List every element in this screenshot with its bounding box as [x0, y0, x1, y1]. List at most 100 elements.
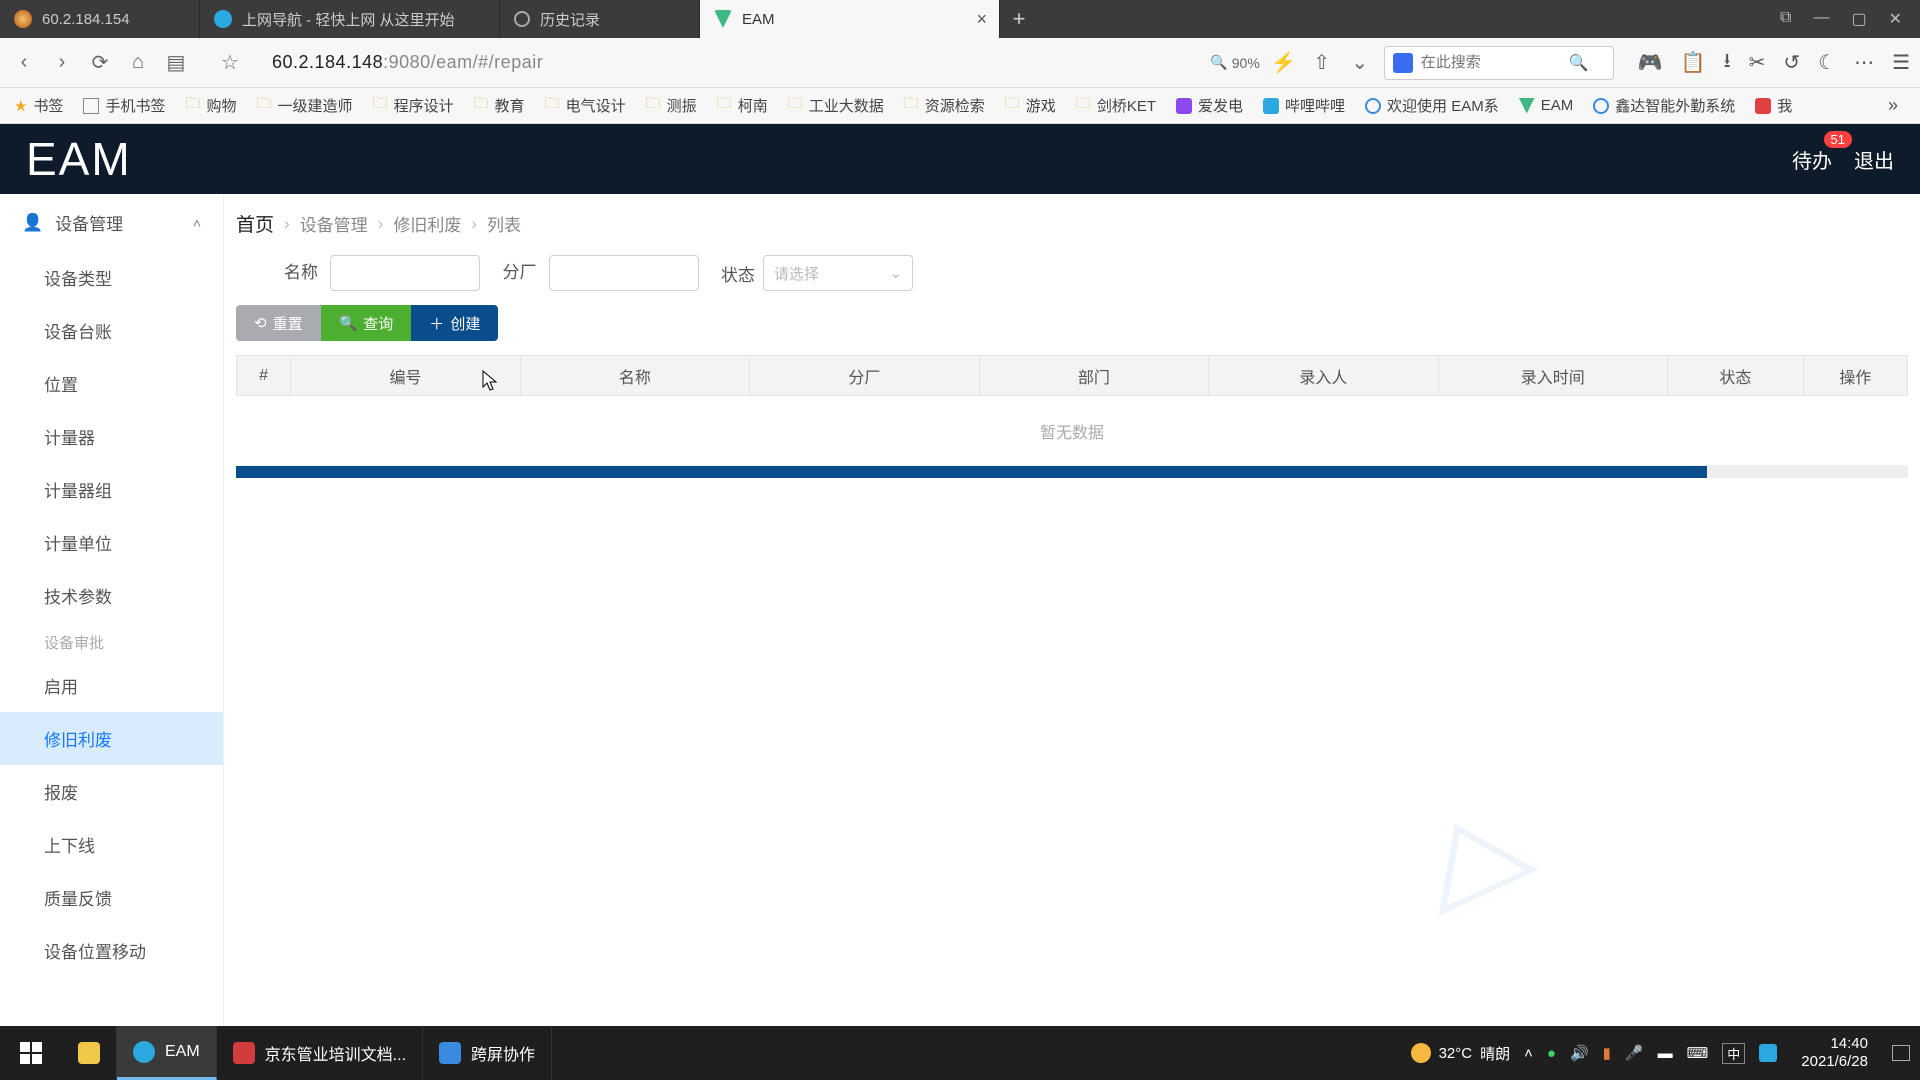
logout-link[interactable]: 退出 [1854, 145, 1894, 174]
zoom-indicator[interactable]: 🔍 90% [1210, 54, 1259, 71]
sidebar-item-type[interactable]: 设备类型 [0, 251, 223, 304]
col-name[interactable]: 名称 [520, 356, 749, 396]
bookmark-item[interactable]: 🗀教育 [470, 91, 529, 120]
flash-icon[interactable]: ⚡ [1270, 50, 1298, 75]
sidebar-item-scrap[interactable]: 报废 [0, 765, 223, 818]
bookmark-item[interactable]: 手机书签 [79, 93, 169, 118]
start-button[interactable] [0, 1026, 62, 1080]
chevron-down-icon[interactable]: ⌄ [1346, 50, 1374, 75]
bookmark-item[interactable]: 🗀游戏 [1001, 91, 1060, 120]
bookmark-item[interactable]: 🗀测振 [642, 91, 701, 120]
col-creator[interactable]: 录入人 [1209, 356, 1438, 396]
new-tab-button[interactable]: + [1000, 6, 1038, 32]
scissors-icon[interactable]: ✂ [1749, 50, 1766, 75]
sidebar-item-location[interactable]: 位置 [0, 357, 223, 410]
bookmark-item[interactable]: 🗀柯南 [713, 91, 772, 120]
sidebar-item-meter[interactable]: 计量器 [0, 410, 223, 463]
browser-tab-1[interactable]: 上网导航 - 轻快上网 从这里开始 [200, 0, 500, 38]
keyboard-icon[interactable]: ⌨ [1687, 1044, 1709, 1062]
col-time[interactable]: 录入时间 [1438, 356, 1667, 396]
wechat-icon[interactable]: ● [1547, 1045, 1556, 1062]
taskbar-app-eam[interactable]: EAM [117, 1026, 217, 1080]
reset-button[interactable]: ⟲重置 [236, 305, 321, 341]
game-icon[interactable]: 🎮 [1638, 50, 1663, 75]
browser-tab-0[interactable]: 60.2.184.154 [0, 0, 200, 38]
bookmark-item[interactable]: 🗀工业大数据 [784, 91, 888, 120]
filter-status-select[interactable]: 请选择 ⌄ [763, 255, 913, 291]
sidebar-item-repair[interactable]: 修旧利废 [0, 712, 223, 765]
sidebar-item-metergroup[interactable]: 计量器组 [0, 463, 223, 516]
clipboard-icon[interactable]: 📋 [1681, 50, 1706, 75]
browser-tab-2[interactable]: 历史记录 [500, 0, 700, 38]
battery-icon[interactable]: ▬ [1658, 1045, 1673, 1062]
address-bar[interactable]: 60.2.184.148:9080/eam/#/repair [272, 52, 543, 73]
taskbar-app-cast[interactable]: 跨屏协作 [423, 1026, 552, 1080]
col-dept[interactable]: 部门 [979, 356, 1208, 396]
bookmark-item[interactable]: 🗀资源检索 [900, 91, 989, 120]
sidebar-item-online[interactable]: 上下线 [0, 818, 223, 871]
bookmark-item[interactable]: 我 [1751, 93, 1796, 118]
window-maximize-icon[interactable]: ▢ [1851, 9, 1866, 29]
sidebar-group-device[interactable]: 👤 设备管理 ˄ [0, 194, 223, 251]
nav-back-icon[interactable]: ‹ [10, 51, 38, 74]
tab-close-icon[interactable]: × [976, 9, 987, 30]
bookmark-item[interactable]: 🗀电气设计 [541, 91, 630, 120]
moon-icon[interactable]: ☾ [1818, 50, 1836, 75]
bookmark-item[interactable]: 哔哩哔哩 [1259, 93, 1349, 118]
bookmark-item[interactable]: 欢迎使用 EAM系 [1361, 93, 1503, 118]
scrollbar-thumb[interactable] [236, 466, 1707, 478]
sidebar-item-enable[interactable]: 启用 [0, 659, 223, 712]
tray-icon[interactable]: ▮ [1603, 1044, 1611, 1062]
weather-widget[interactable]: 32°C 晴朗 [1411, 1043, 1511, 1064]
more-icon[interactable]: ⋯ [1854, 50, 1874, 75]
star-icon[interactable]: ☆ [216, 50, 244, 75]
taskbar-app-wps[interactable]: 京东管业培训文档... [217, 1026, 423, 1080]
horizontal-scrollbar[interactable] [236, 466, 1908, 478]
window-minimize-icon[interactable]: — [1813, 9, 1829, 29]
breadcrumb-item[interactable]: 设备管理 [300, 211, 368, 236]
pin-icon[interactable]: ⧉ [1780, 9, 1791, 29]
browser-search[interactable]: 🔍 [1384, 46, 1614, 80]
share-icon[interactable]: ⇧ [1308, 50, 1336, 75]
bookmark-item[interactable]: 爱发电 [1172, 93, 1247, 118]
bookmarks-overflow-icon[interactable]: » [1876, 95, 1910, 116]
ime-indicator[interactable]: 中 [1722, 1043, 1745, 1064]
col-branch[interactable]: 分厂 [750, 356, 979, 396]
tray-chevron-icon[interactable]: ˄ [1524, 1045, 1533, 1062]
tray-app-icon[interactable] [1759, 1044, 1777, 1062]
notifications-icon[interactable] [1892, 1045, 1910, 1061]
window-close-icon[interactable]: ✕ [1889, 9, 1902, 29]
pending-link[interactable]: 待办 51 [1792, 145, 1832, 174]
search-icon[interactable]: 🔍 [1569, 53, 1589, 73]
breadcrumb-home[interactable]: 首页 [236, 210, 274, 237]
mic-icon[interactable]: 🎤 [1625, 1044, 1644, 1062]
sidebar-item-techparam[interactable]: 技术参数 [0, 569, 223, 622]
filter-name-input[interactable] [330, 255, 480, 291]
bookmark-item[interactable]: EAM [1515, 95, 1578, 116]
query-button[interactable]: 🔍查询 [321, 305, 412, 341]
bookmark-item[interactable]: ★书签 [10, 93, 67, 118]
col-status[interactable]: 状态 [1668, 356, 1804, 396]
reload-icon[interactable]: ⟳ [86, 50, 114, 75]
search-input[interactable] [1421, 54, 1561, 71]
breadcrumb-item[interactable]: 修旧利废 [393, 211, 461, 236]
download-icon[interactable]: ⭳ [1724, 46, 1731, 80]
sidebar-item-ledger[interactable]: 设备台账 [0, 304, 223, 357]
undo-icon[interactable]: ↺ [1783, 50, 1800, 75]
bookmark-item[interactable]: 🗀程序设计 [369, 91, 458, 120]
bookmark-item[interactable]: 🗀一级建造师 [253, 91, 357, 120]
taskbar-clock[interactable]: 14:40 2021/6/28 [1791, 1035, 1878, 1071]
bookmark-item[interactable]: 🗀购物 [181, 91, 240, 120]
home-icon[interactable]: ⌂ [124, 51, 152, 74]
menu-icon[interactable]: ☰ [1892, 50, 1910, 75]
bookmark-item[interactable]: 🗀剑桥KET [1072, 91, 1160, 120]
sidebar-item-quality[interactable]: 质量反馈 [0, 871, 223, 924]
taskbar-explorer[interactable] [62, 1026, 117, 1080]
create-button[interactable]: ＋创建 [411, 305, 498, 341]
volume-icon[interactable]: 🔊 [1570, 1044, 1589, 1062]
col-code[interactable]: 编号 [291, 356, 520, 396]
sidebar-item-unit[interactable]: 计量单位 [0, 516, 223, 569]
sidebar-item-move[interactable]: 设备位置移动 [0, 924, 223, 977]
bookmark-item[interactable]: 鑫达智能外勤系统 [1589, 93, 1739, 118]
filter-branch-input[interactable] [549, 255, 699, 291]
